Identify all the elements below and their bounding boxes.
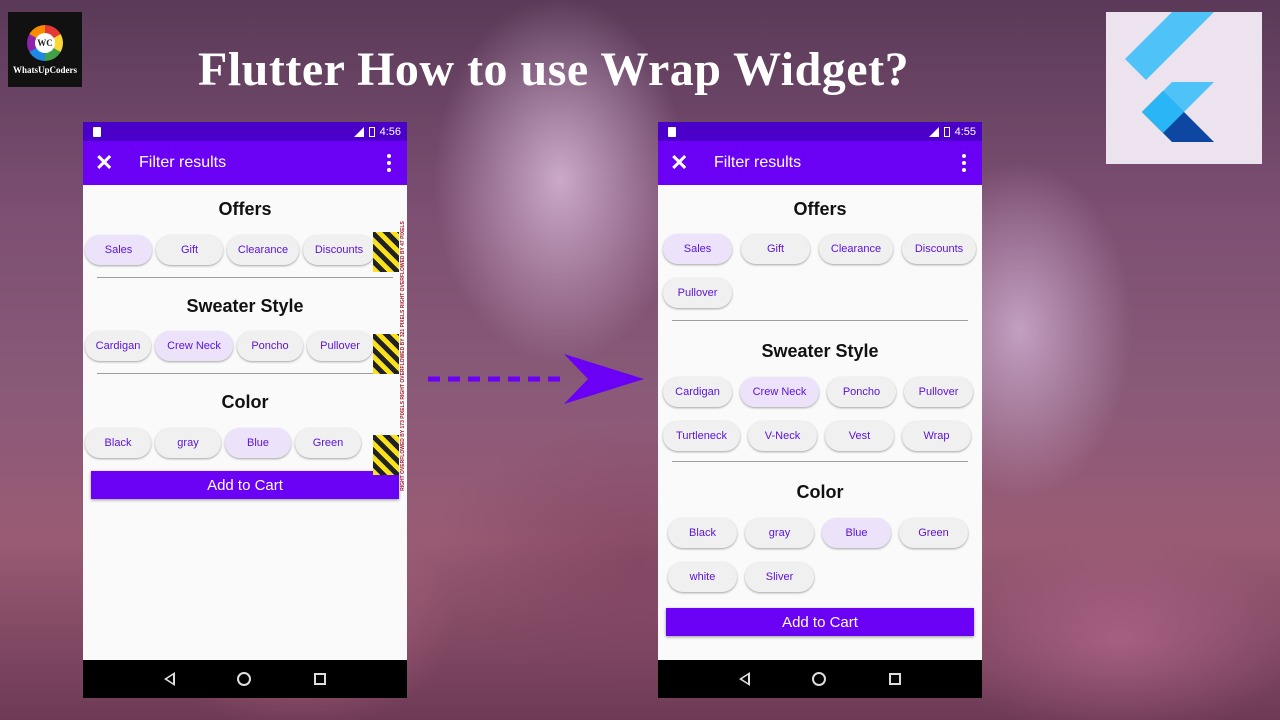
chip-color[interactable]: gray [155, 428, 221, 458]
phone-screen-wrap: 4:55 ✕ Filter results Offers Sales Gift … [658, 122, 982, 698]
chip-offer[interactable]: Pullover [663, 278, 732, 308]
chip-offer[interactable]: Discounts [902, 234, 976, 264]
chip-sweater[interactable]: Cardigan [663, 377, 732, 407]
overflow-warning-stripe [373, 435, 399, 475]
chip-offer[interactable]: Sales [663, 234, 732, 264]
chip-offer[interactable]: Gift [156, 235, 223, 265]
chip-color[interactable]: Green [899, 518, 968, 548]
battery-icon [943, 126, 950, 137]
chip-offer[interactable]: Discounts [303, 235, 375, 265]
recent-apps-icon[interactable] [313, 673, 326, 685]
color-wrap: Black gray Blue Green white Sliver [658, 518, 982, 592]
system-nav-bar [83, 660, 407, 698]
chip-sweater[interactable]: Pullover [307, 331, 373, 361]
overflow-warning-text: RIGHT OVERFLOWED BY 173 PIXELS RIGHT OVE… [400, 221, 406, 491]
chip-offer[interactable]: Gift [741, 234, 810, 264]
close-icon[interactable]: ✕ [95, 152, 139, 174]
divider [97, 277, 393, 278]
whatsupcoders-logo: WC WhatsUpCoders [8, 12, 82, 87]
overflow-warning-stripe [373, 334, 399, 374]
chip-sweater[interactable]: Turtleneck [663, 421, 740, 451]
chip-sweater[interactable]: Cardigan [85, 331, 151, 361]
page-title: Flutter How to use Wrap Widget? [198, 43, 910, 96]
logo-name: WhatsUpCoders [12, 64, 77, 75]
chip-color[interactable]: Black [85, 428, 151, 458]
signal-icon [928, 126, 939, 137]
back-icon[interactable] [164, 672, 176, 686]
sweater-style-heading: Sweater Style [186, 296, 304, 316]
status-bar: 4:55 [658, 122, 982, 141]
chip-sweater[interactable]: Pullover [904, 377, 973, 407]
chip-offer[interactable]: Clearance [819, 234, 893, 264]
home-icon[interactable] [812, 672, 827, 686]
more-options-icon[interactable] [958, 154, 970, 172]
chip-color[interactable]: Black [668, 518, 737, 548]
offers-row: Sales Gift Clearance Discounts [83, 235, 407, 265]
app-bar-title: Filter results [139, 154, 227, 171]
chip-sweater[interactable]: Wrap [902, 421, 971, 451]
color-row: Black gray Blue Green [83, 428, 407, 458]
chip-offer[interactable]: Sales [85, 235, 152, 265]
logo-badge: WC [35, 32, 55, 53]
flutter-logo-icon [1106, 12, 1262, 164]
add-to-cart-button[interactable]: Add to Cart [666, 608, 974, 636]
recent-apps-icon[interactable] [888, 673, 901, 685]
offers-heading: Offers [218, 199, 272, 219]
status-time: 4:55 [954, 125, 976, 138]
status-time: 4:56 [379, 125, 401, 138]
sim-card-icon [93, 126, 101, 137]
sweater-row: Cardigan Crew Neck Poncho Pullover [83, 331, 407, 361]
app-bar: ✕ Filter results [83, 141, 407, 185]
close-icon[interactable]: ✕ [670, 152, 714, 174]
color-heading: Color [796, 482, 844, 502]
chip-sweater[interactable]: Crew Neck [155, 331, 233, 361]
chip-offer[interactable]: Clearance [227, 235, 299, 265]
more-options-icon[interactable] [383, 154, 395, 172]
chip-color[interactable]: Blue [225, 428, 291, 458]
divider [672, 320, 968, 321]
chip-sweater[interactable]: Vest [825, 421, 894, 451]
phone-screen-row-overflow: 4:56 ✕ Filter results Offers Sales Gift … [83, 122, 407, 698]
chip-sweater[interactable]: Poncho [827, 377, 896, 407]
chip-sweater[interactable]: Poncho [237, 331, 303, 361]
add-to-cart-button[interactable]: Add to Cart [91, 471, 399, 499]
home-icon[interactable] [237, 672, 252, 686]
offers-heading: Offers [793, 199, 847, 219]
arrow-right-icon [428, 354, 644, 404]
overflow-warning-stripe [373, 232, 399, 272]
back-icon[interactable] [739, 672, 751, 686]
status-bar: 4:56 [83, 122, 407, 141]
system-nav-bar [658, 660, 982, 698]
sweater-style-heading: Sweater Style [761, 341, 879, 361]
chip-color[interactable]: gray [745, 518, 814, 548]
chip-color[interactable]: Sliver [745, 562, 814, 592]
chip-color[interactable]: white [668, 562, 737, 592]
app-bar-title: Filter results [714, 154, 802, 171]
sweater-wrap: Cardigan Crew Neck Poncho Pullover Turtl… [658, 377, 982, 451]
chip-color[interactable]: Green [295, 428, 361, 458]
divider [672, 461, 968, 462]
divider [97, 373, 393, 374]
color-heading: Color [221, 392, 269, 412]
app-bar: ✕ Filter results [658, 141, 982, 185]
chip-sweater[interactable]: Crew Neck [740, 377, 819, 407]
chip-sweater[interactable]: V-Neck [748, 421, 817, 451]
offers-wrap: Sales Gift Clearance Discounts Pullover [658, 234, 982, 308]
chip-color[interactable]: Blue [822, 518, 891, 548]
battery-icon [368, 126, 375, 137]
sim-card-icon [668, 126, 676, 137]
camera-shutter-icon: WC [27, 24, 63, 61]
signal-icon [353, 126, 364, 137]
